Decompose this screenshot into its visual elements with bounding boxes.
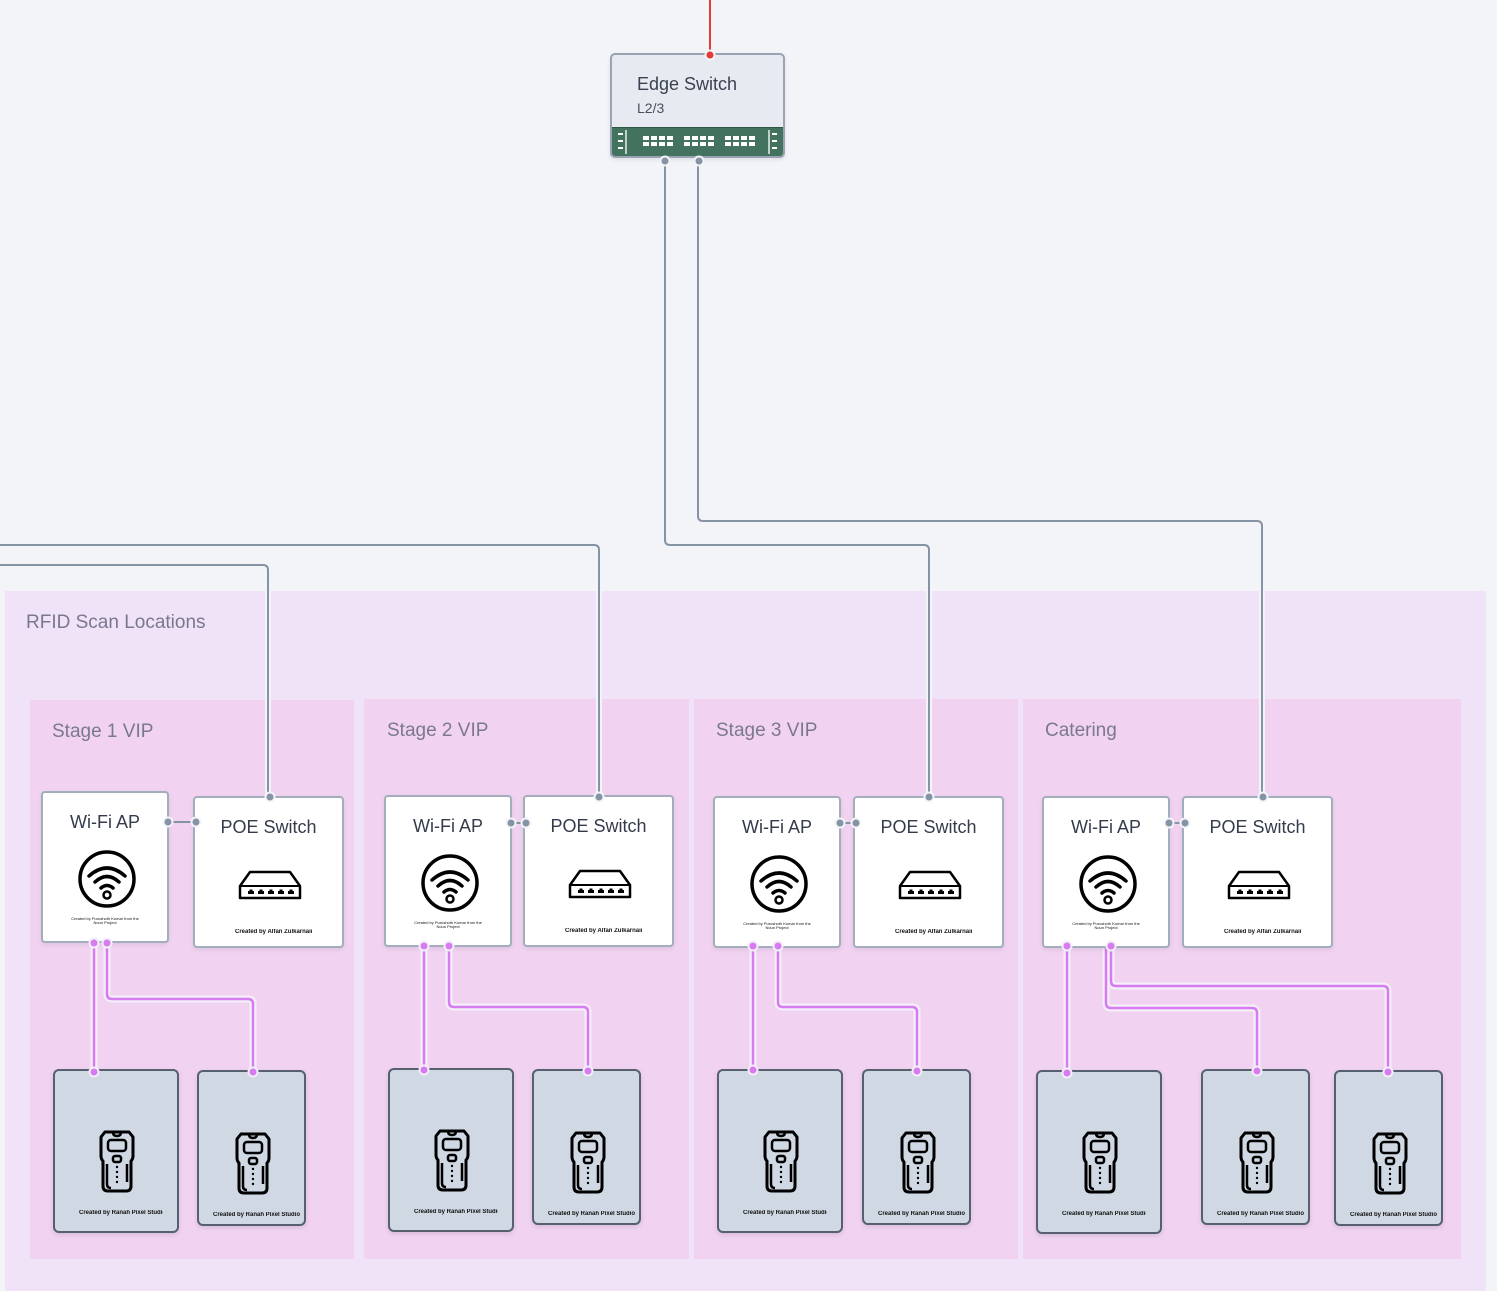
poe-switch-title: POE Switch	[880, 817, 977, 837]
group-label: RFID Scan Locations	[26, 612, 206, 633]
stage-label-2: Stage 2 VIP	[387, 720, 489, 741]
icon-credit: Created by Ranah Pixel Studio	[1062, 1211, 1146, 1217]
icon-credit: Created by Ranah Pixel Studio	[414, 1209, 498, 1215]
rfid-scanner-node[interactable]: Created by Ranah Pixel Studio	[717, 1069, 843, 1233]
rfid-scanner-node[interactable]: Created by Ranah Pixel Studio	[532, 1069, 641, 1225]
icon-credit: Created by Alfan Zulkarnain	[565, 928, 642, 934]
icon-credit: Created by Purushoth Kumar from the Noun…	[743, 922, 811, 930]
rfid-scanner-node[interactable]: Created by Ranah Pixel Studio	[197, 1070, 306, 1226]
poe-switch-node[interactable]: POE Switch Created by Alfan Zulkarnain	[193, 796, 344, 948]
stage-label-1: Stage 1 VIP	[52, 721, 154, 742]
rfid-scanner-icon	[99, 1130, 135, 1193]
poe-switch-title: POE Switch	[550, 816, 647, 836]
icon-credit: Created by Ranah Pixel Studio	[79, 1210, 163, 1216]
wifi-ap-title: Wi-Fi AP	[742, 817, 812, 837]
poe-switch-node[interactable]: POE Switch Created by Alfan Zulkarnain	[523, 795, 674, 947]
switch-rack-icon	[612, 127, 783, 156]
icon-credit: Created by Ranah Pixel Studio	[743, 1210, 827, 1216]
icon-credit: Created by Purushoth Kumar from the Noun…	[414, 921, 482, 929]
edge-switch-title: Edge Switch	[637, 74, 738, 94]
wifi-icon	[421, 854, 479, 912]
edge-switch-subtitle: L2/3	[637, 100, 665, 116]
network-switch-icon	[1227, 870, 1291, 900]
icon-credit: Created by Ranah Pixel Studio	[548, 1211, 635, 1217]
rfid-scanner-node[interactable]: Created by Ranah Pixel Studio	[862, 1069, 971, 1225]
rfid-scanner-node[interactable]: Created by Ranah Pixel Studio	[1201, 1069, 1310, 1225]
wifi-icon	[750, 855, 808, 913]
wifi-ap-node[interactable]: Wi-Fi AP Created by Purushoth Kumar from…	[41, 791, 169, 943]
rfid-scanner-icon	[434, 1129, 470, 1192]
rfid-scanner-icon	[900, 1131, 936, 1194]
rfid-scanner-node[interactable]: Created by Ranah Pixel Studio	[1036, 1070, 1162, 1234]
edge-switch-node[interactable]: Edge Switch L2/3	[610, 53, 785, 158]
wifi-ap-node[interactable]: Wi-Fi AP Created by Purushoth Kumar from…	[713, 796, 841, 948]
rfid-scanner-icon	[570, 1131, 606, 1194]
rfid-scanner-node[interactable]: Created by Ranah Pixel Studio	[53, 1069, 179, 1233]
icon-credit: Created by Alfan Zulkarnain	[235, 929, 312, 935]
wifi-ap-node[interactable]: Wi-Fi AP Created by Purushoth Kumar from…	[1042, 796, 1170, 948]
wifi-ap-node[interactable]: Wi-Fi AP Created by Purushoth Kumar from…	[384, 795, 512, 947]
icon-credit: Created by Alfan Zulkarnain	[895, 929, 972, 935]
network-switch-icon	[568, 869, 632, 899]
stage-label-catering: Catering	[1045, 720, 1117, 741]
wifi-ap-title: Wi-Fi AP	[70, 812, 140, 832]
icon-credit: Created by Ranah Pixel Studio	[213, 1212, 300, 1218]
rfid-scanner-node[interactable]: Created by Ranah Pixel Studio	[388, 1068, 514, 1232]
icon-credit: Created by Ranah Pixel Studio	[1217, 1211, 1304, 1217]
icon-credit: Created by Ranah Pixel Studio	[1350, 1212, 1437, 1218]
rfid-scanner-icon	[235, 1132, 271, 1195]
poe-switch-title: POE Switch	[1209, 817, 1306, 837]
rfid-scanner-icon	[1239, 1131, 1275, 1194]
icon-credit: Created by Alfan Zulkarnain	[1224, 929, 1301, 935]
poe-switch-node[interactable]: POE Switch Created by Alfan Zulkarnain	[1182, 796, 1333, 948]
wifi-icon	[1079, 855, 1137, 913]
stage-label-3: Stage 3 VIP	[716, 720, 818, 741]
rfid-scanner-icon	[1082, 1131, 1118, 1194]
rfid-scanner-node[interactable]: Created by Ranah Pixel Studio	[1334, 1070, 1443, 1226]
rfid-scanner-icon	[763, 1130, 799, 1193]
wifi-icon	[78, 850, 136, 908]
wifi-ap-title: Wi-Fi AP	[413, 816, 483, 836]
poe-switch-node[interactable]: POE Switch Created by Alfan Zulkarnain	[853, 796, 1004, 948]
wifi-ap-title: Wi-Fi AP	[1071, 817, 1141, 837]
network-switch-icon	[898, 870, 962, 900]
icon-credit: Created by Purushoth Kumar from the Noun…	[71, 917, 139, 925]
icon-credit: Created by Ranah Pixel Studio	[878, 1211, 965, 1217]
network-switch-icon	[238, 870, 302, 900]
poe-switch-title: POE Switch	[220, 817, 317, 837]
rfid-scanner-icon	[1372, 1132, 1408, 1195]
icon-credit: Created by Purushoth Kumar from the Noun…	[1072, 922, 1140, 930]
